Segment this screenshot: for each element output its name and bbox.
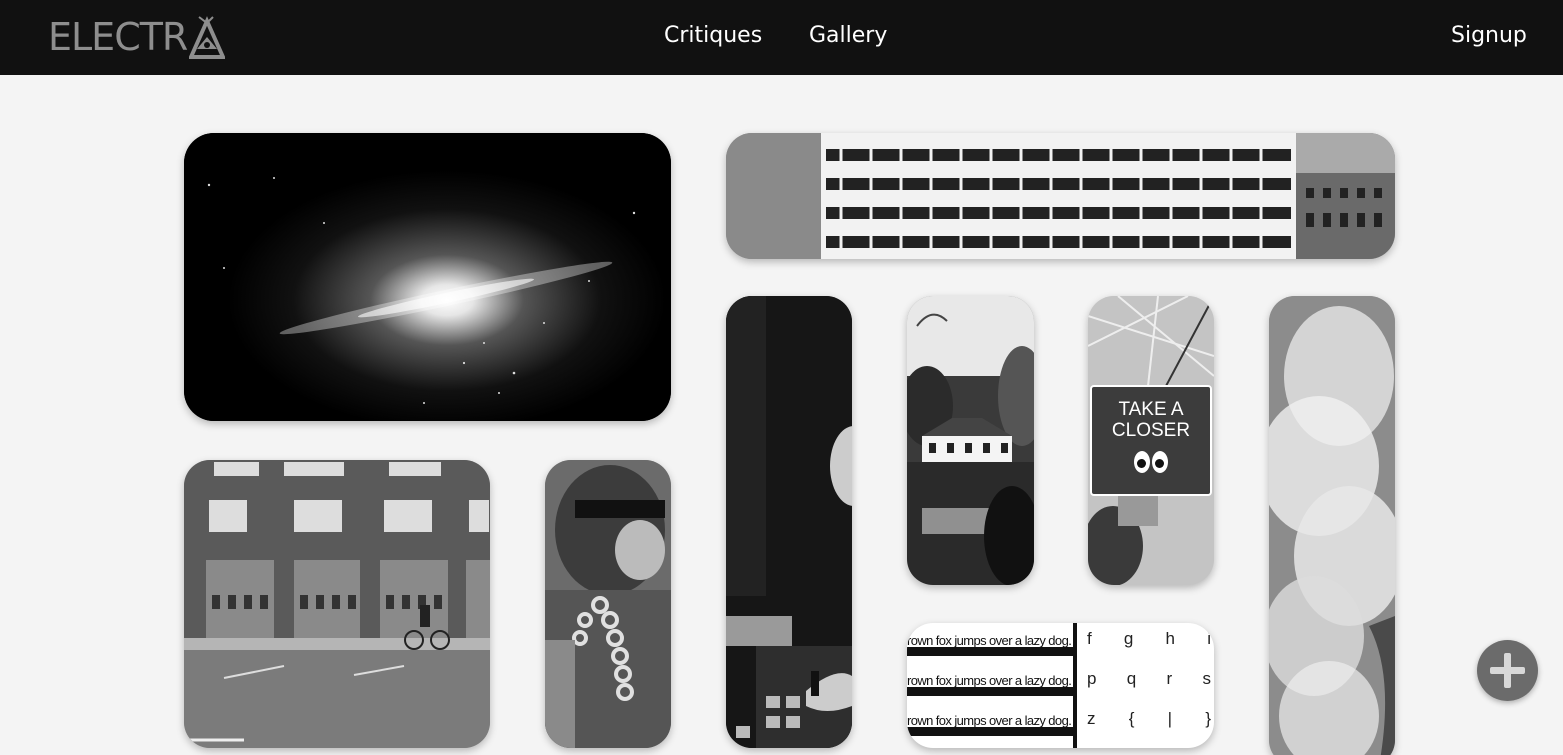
glyph: f	[1087, 629, 1092, 648]
glyph: s	[1202, 669, 1212, 688]
smoke-image	[1269, 296, 1395, 755]
eyes-icon	[1092, 451, 1210, 473]
glyph: {	[1128, 709, 1135, 728]
nav-gallery-link[interactable]: Gallery	[809, 20, 887, 52]
glyph: p	[1087, 669, 1097, 688]
glyph: |	[1167, 709, 1173, 728]
house-reflection-image	[907, 296, 1034, 585]
glyph: h	[1165, 629, 1176, 648]
gallery-tile-light-burst[interactable]	[184, 133, 671, 421]
glyph-row-2: p q r s	[1087, 669, 1211, 689]
specimen-row-1: rown fox jumps over a lazy dog.	[907, 628, 1073, 656]
nav-critiques-link[interactable]: Critiques	[664, 20, 762, 52]
glyph: q	[1126, 669, 1137, 688]
badge-line-1: TAKE A	[1118, 399, 1184, 420]
light-burst-image	[184, 133, 671, 421]
specimen-divider	[1073, 623, 1077, 748]
glyph-row-1: f g h i	[1087, 629, 1211, 649]
gallery-tile-smoke[interactable]	[1269, 296, 1395, 755]
top-navigation-bar: ELECTR Critiques Gallery Signup	[0, 0, 1563, 75]
gallery-tile-house-reflection[interactable]	[907, 296, 1034, 585]
specimen-row-2: rown fox jumps over a lazy dog.	[907, 668, 1073, 696]
glyph: }	[1205, 709, 1211, 728]
gallery-tile-dj-decks[interactable]	[726, 296, 852, 748]
portrait-chains-image	[545, 460, 671, 748]
dj-decks-image	[726, 296, 852, 748]
brick-building-image	[184, 460, 490, 748]
glyph-row-3: z { | }	[1087, 709, 1211, 729]
glyph-grid: f g h i p q r s z { | }	[1083, 623, 1214, 748]
gallery-tile-portrait-chains[interactable]	[545, 460, 671, 748]
gallery-tile-font-specimen[interactable]: rown fox jumps over a lazy dog. rown fox…	[907, 623, 1214, 748]
gallery-tile-brick-building[interactable]	[184, 460, 490, 748]
signup-link[interactable]: Signup	[1451, 20, 1527, 52]
glyph: g	[1123, 629, 1134, 648]
gallery-tile-building-facade[interactable]	[726, 133, 1395, 259]
badge-line-2: CLOSER	[1111, 420, 1191, 441]
specimen-row-3: rown fox jumps over a lazy dog.	[907, 708, 1073, 736]
logo-text: ELECTR	[48, 15, 188, 59]
electra-logo[interactable]: ELECTR	[48, 12, 226, 62]
logo-a-mark-icon	[189, 16, 226, 59]
take-a-closer-badge: TAKE A CLOSER	[1090, 385, 1212, 496]
glyph: i	[1207, 629, 1211, 648]
add-post-button[interactable]	[1477, 640, 1538, 701]
glyph: z	[1087, 709, 1096, 728]
glyph: r	[1166, 669, 1173, 688]
building-facade-image	[726, 133, 1395, 259]
